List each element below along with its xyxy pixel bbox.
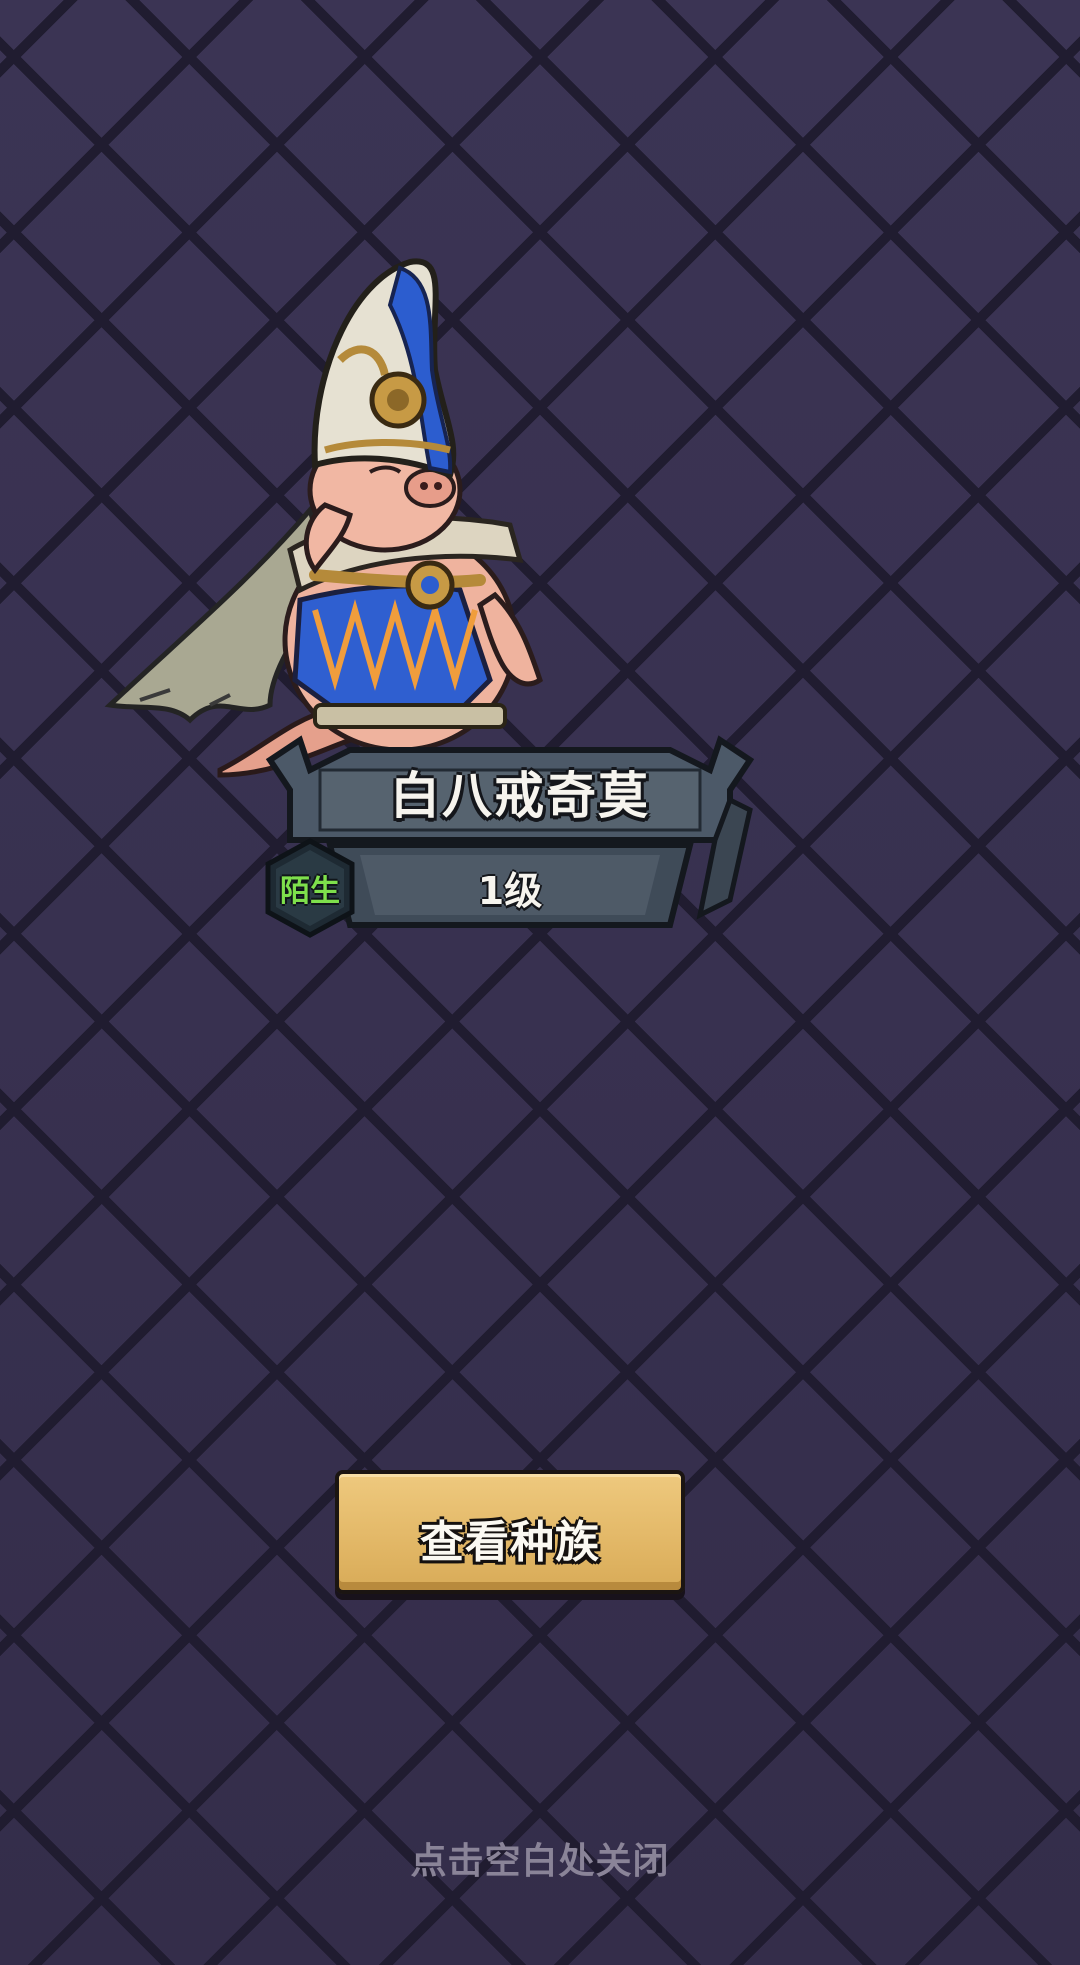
relation-badge: 陌生 — [260, 838, 360, 938]
close-hint: 点击空白处关闭 — [410, 1841, 670, 1882]
hero-name: 白八戒奇莫 — [390, 767, 650, 825]
relation-label: 陌生 — [280, 874, 340, 909]
hero-nameplate: 白八戒奇莫 1级 陌生 — [260, 720, 760, 950]
view-race-label: 查看种族 — [420, 1517, 600, 1568]
hero-level: 1级 — [477, 869, 543, 913]
view-race-button[interactable]: 查看种族 — [335, 1470, 685, 1594]
